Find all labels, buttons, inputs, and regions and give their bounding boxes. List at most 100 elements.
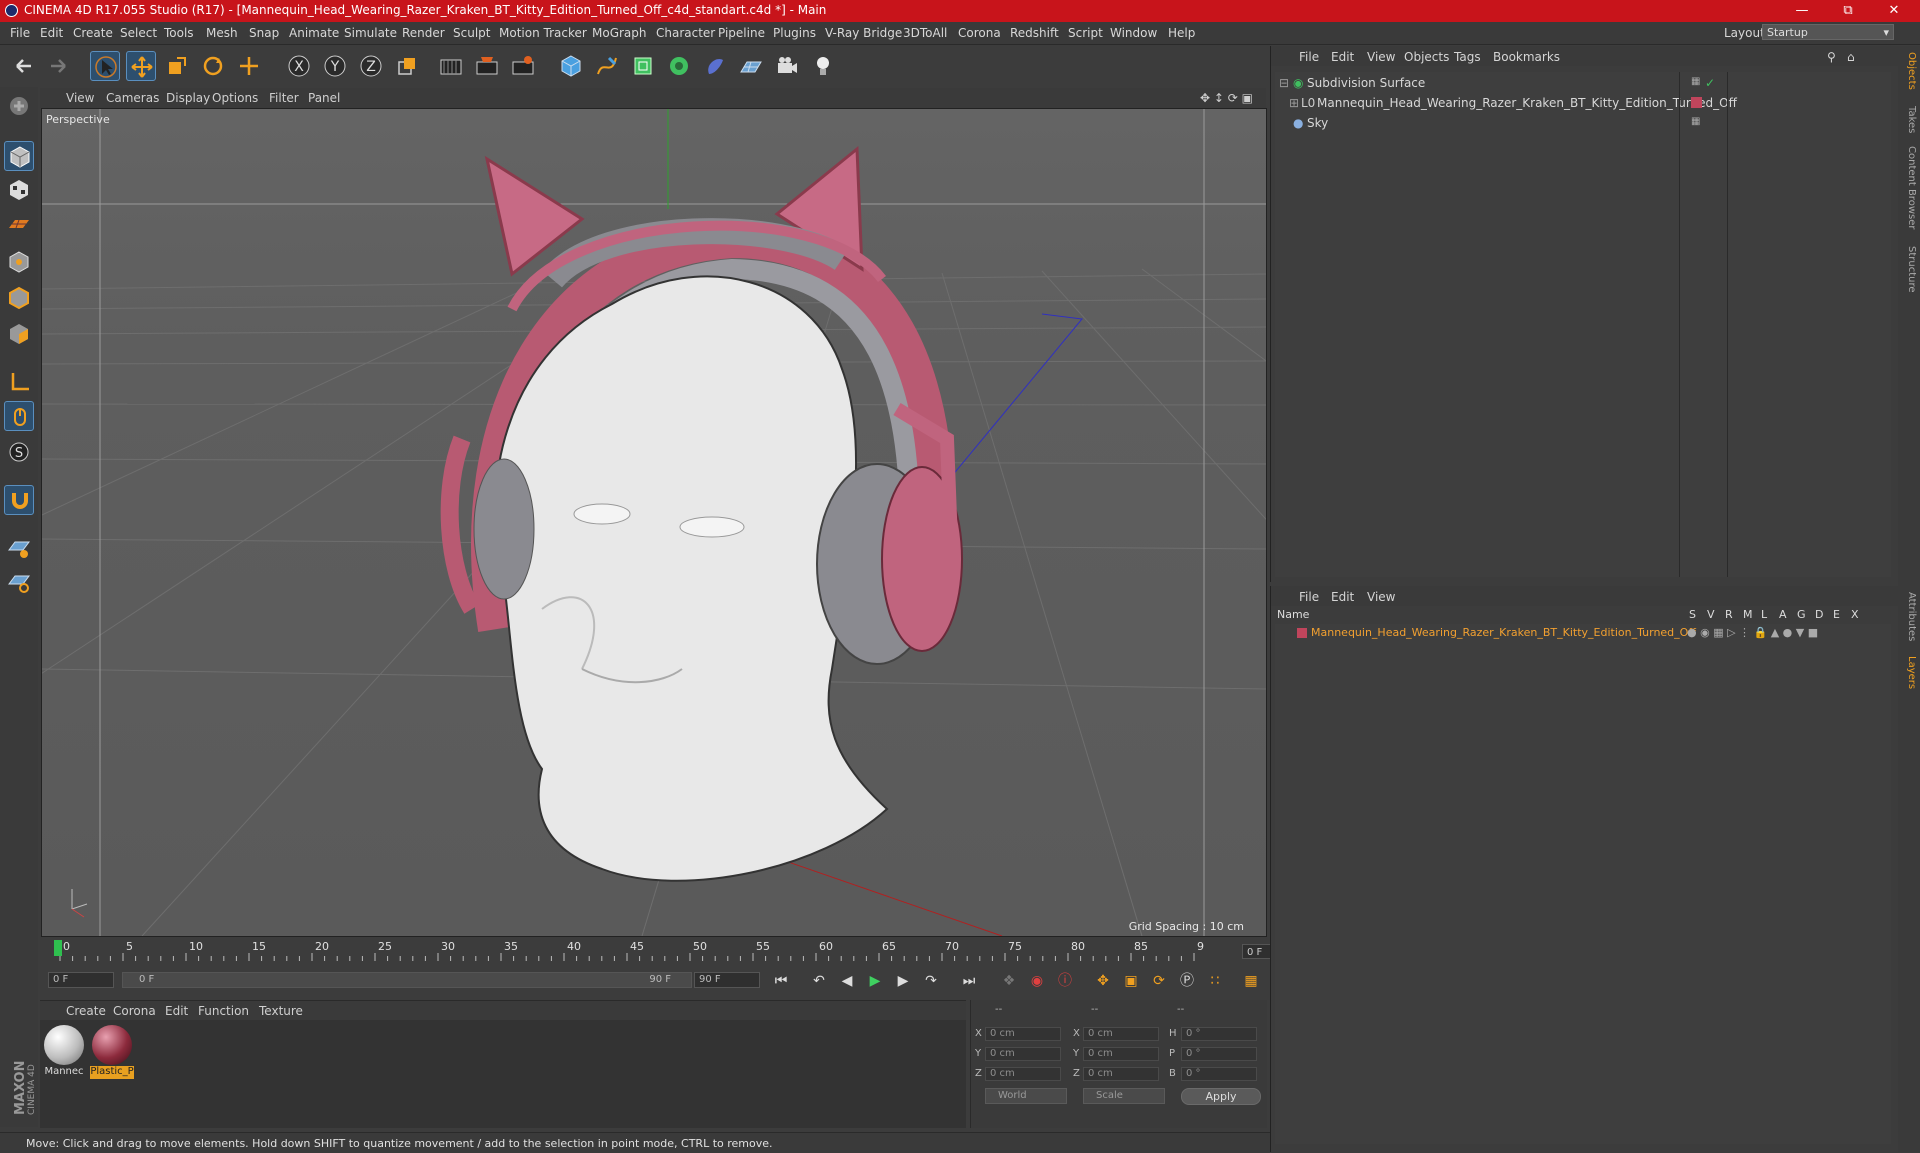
material-menu-function[interactable]: Function <box>198 1004 249 1018</box>
layer-row[interactable]: Mannequin_Head_Wearing_Razer_Kraken_BT_K… <box>1275 624 1891 642</box>
polygons-mode-icon[interactable] <box>4 319 34 349</box>
go-to-end-icon[interactable]: ⏭ <box>958 970 980 992</box>
rotation-h-field[interactable]: 0 ° <box>1181 1027 1257 1041</box>
viewport-menu-view[interactable]: View <box>66 91 94 105</box>
mograph-cloner-icon[interactable] <box>664 51 694 81</box>
objects-menu-view[interactable]: View <box>1367 50 1395 64</box>
camera-icon[interactable] <box>772 51 802 81</box>
tweak-mode-icon[interactable] <box>4 401 34 431</box>
menu-render[interactable]: Render <box>402 26 445 40</box>
y-axis-icon[interactable]: Y <box>320 51 350 81</box>
start-frame-field[interactable]: 0 F <box>48 972 114 988</box>
render-picture-viewer-icon[interactable] <box>472 51 502 81</box>
points-mode-icon[interactable] <box>4 247 34 277</box>
end-frame-field[interactable]: 90 F <box>694 972 760 988</box>
layer-col-d[interactable]: D <box>1815 608 1823 621</box>
position-x-field[interactable]: 0 cm <box>985 1027 1061 1041</box>
viewport-menu-panel[interactable]: Panel <box>308 91 340 105</box>
menu-select[interactable]: Select <box>120 26 157 40</box>
next-frame-icon[interactable]: ▶ <box>892 970 914 992</box>
menu-corona[interactable]: Corona <box>958 26 1001 40</box>
material-swatch[interactable]: Plastic_P <box>90 1023 134 1081</box>
x-axis-icon[interactable]: X <box>284 51 314 81</box>
menu-tools[interactable]: Tools <box>164 26 194 40</box>
viewport-menu-display[interactable]: Display <box>166 91 210 105</box>
rotation-b-field[interactable]: 0 ° <box>1181 1067 1257 1081</box>
menu-window[interactable]: Window <box>1110 26 1157 40</box>
menu-character[interactable]: Character <box>656 26 715 40</box>
record-icon[interactable]: ◉ <box>1026 970 1048 992</box>
undo-icon[interactable] <box>8 51 38 81</box>
key-scale-icon[interactable]: ▣ <box>1120 970 1142 992</box>
render-view-icon[interactable] <box>436 51 466 81</box>
apply-button[interactable]: Apply <box>1181 1088 1261 1105</box>
key-parameter-icon[interactable]: Ⓟ <box>1176 970 1198 992</box>
objects-menu-objects[interactable]: Objects <box>1404 50 1449 64</box>
prev-key-icon[interactable]: ↶ <box>808 970 830 992</box>
menu-simulate[interactable]: Simulate <box>344 26 397 40</box>
pen-spline-icon[interactable] <box>592 51 622 81</box>
object-row-mannequin[interactable]: ⊞ L0 Mannequin_Head_Wearing_Razer_Kraken… <box>1275 94 1891 112</box>
objects-menu-tags[interactable]: Tags <box>1454 50 1481 64</box>
cube-icon[interactable] <box>556 51 586 81</box>
render-settings-icon[interactable] <box>508 51 538 81</box>
tab-takes[interactable]: Takes <box>1901 106 1917 133</box>
snap-icon[interactable] <box>4 533 34 563</box>
viewport-navigation-icon[interactable]: ✥ ↕ ⟳ ▣ <box>1200 91 1253 105</box>
material-menu-corona[interactable]: Corona <box>113 1004 156 1018</box>
make-editable-icon[interactable] <box>4 91 34 121</box>
layer-col-a[interactable]: A <box>1779 608 1787 621</box>
move-icon[interactable] <box>126 51 156 81</box>
layer-col-v[interactable]: V <box>1707 608 1715 621</box>
objects-menu-edit[interactable]: Edit <box>1331 50 1354 64</box>
objects-menu-file[interactable]: File <box>1299 50 1319 64</box>
material-menu-create[interactable]: Create <box>66 1004 106 1018</box>
model-mode-icon[interactable] <box>4 141 34 171</box>
menu-mesh[interactable]: Mesh <box>206 26 238 40</box>
material-swatch[interactable]: Mannec <box>42 1023 86 1081</box>
rotate-icon[interactable] <box>198 51 228 81</box>
tab-structure[interactable]: Structure <box>1901 246 1917 293</box>
layer-col-m[interactable]: M <box>1743 608 1753 621</box>
maximize-button[interactable]: ⧉ <box>1826 0 1870 22</box>
solo-icon[interactable]: S <box>4 437 34 467</box>
tab-content-browser[interactable]: Content Browser <box>1901 146 1917 229</box>
layers-menu-file[interactable]: File <box>1299 590 1319 604</box>
perspective-viewport[interactable]: Perspective Grid Spacing : 10 cm <box>41 108 1267 937</box>
menu-script[interactable]: Script <box>1068 26 1103 40</box>
autokey-icon[interactable]: ⓘ <box>1054 970 1076 992</box>
menu-help[interactable]: Help <box>1168 26 1195 40</box>
timeline-ruler[interactable]: 0 5 10 15 20 25 30 35 40 45 50 55 60 65 70 75 80 85 90 0 F <box>40 937 1304 965</box>
rotation-p-field[interactable]: 0 ° <box>1181 1047 1257 1061</box>
preview-range-slider[interactable]: 0 F 90 F <box>122 972 692 988</box>
layer-col-x[interactable]: X <box>1851 608 1859 621</box>
floor-icon[interactable] <box>736 51 766 81</box>
texture-mode-icon[interactable] <box>4 175 34 205</box>
layer-color-swatch[interactable] <box>1297 628 1307 638</box>
light-icon[interactable] <box>808 51 838 81</box>
objects-menu-bookmarks[interactable]: Bookmarks <box>1493 50 1560 64</box>
layout-dropdown[interactable]: Startup ▾ <box>1762 24 1894 40</box>
viewport-menu-filter[interactable]: Filter <box>269 91 299 105</box>
next-key-icon[interactable]: ↷ <box>920 970 942 992</box>
key-pla-icon[interactable]: ∷ <box>1204 970 1226 992</box>
layer-col-g[interactable]: G <box>1797 608 1806 621</box>
key-rotation-icon[interactable]: ⟳ <box>1148 970 1170 992</box>
play-icon[interactable]: ▶ <box>864 970 886 992</box>
size-y-field[interactable]: 0 cm <box>1083 1047 1159 1061</box>
tab-objects[interactable]: Objects <box>1901 52 1917 90</box>
timeline-window-icon[interactable]: ▦ <box>1240 970 1262 992</box>
workplane-lock-icon[interactable] <box>4 567 34 597</box>
keyframe-icon[interactable]: ❖ <box>998 970 1020 992</box>
menu-file[interactable]: File <box>10 26 30 40</box>
layer-col-r[interactable]: R <box>1725 608 1733 621</box>
close-button[interactable]: ✕ <box>1872 0 1916 22</box>
menu-motion-tracker[interactable]: Motion Tracker <box>499 26 587 40</box>
redo-icon[interactable] <box>44 51 74 81</box>
coordinate-system-icon[interactable] <box>392 51 422 81</box>
layer-col-e[interactable]: E <box>1833 608 1840 621</box>
object-row-subdivision[interactable]: ⊟ ◉ Subdivision Surface ▦ ✓ <box>1275 74 1891 92</box>
minimize-button[interactable]: — <box>1780 0 1824 22</box>
menu-3dtoall[interactable]: 3DToAll <box>903 26 947 40</box>
select-arrow-icon[interactable] <box>90 51 120 81</box>
